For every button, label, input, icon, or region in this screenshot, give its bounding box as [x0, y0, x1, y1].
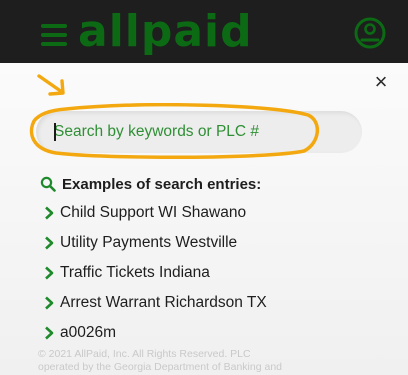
footer-line: operated by the Georgia Department of Ba… — [38, 361, 282, 373]
chevron-right-icon — [45, 326, 54, 340]
example-item-plc-code[interactable]: a0026m — [44, 323, 116, 343]
example-item-utility-payments[interactable]: Utility Payments Westville — [44, 233, 237, 253]
example-item-arrest-warrant[interactable]: Arrest Warrant Richardson TX — [44, 293, 267, 313]
footer-copyright: © 2021 AllPaid, Inc. All Rights Reserved… — [38, 348, 368, 374]
text-cursor — [54, 123, 56, 141]
search-input[interactable] — [54, 111, 354, 153]
example-label: Arrest Warrant Richardson TX — [60, 294, 267, 311]
arrow-annotation-icon — [37, 74, 65, 96]
close-button[interactable]: × — [370, 71, 392, 93]
example-item-child-support[interactable]: Child Support WI Shawano — [44, 203, 246, 223]
example-label: Utility Payments Westville — [60, 234, 238, 251]
top-bar: allpaid — [0, 0, 408, 63]
chevron-right-icon — [45, 266, 54, 280]
example-item-traffic-tickets[interactable]: Traffic Tickets Indiana — [44, 263, 210, 283]
allpaid-logo[interactable]: allpaid — [78, 4, 253, 60]
hamburger-menu-icon[interactable] — [40, 24, 70, 46]
example-label: Traffic Tickets Indiana — [60, 264, 210, 281]
example-label: Child Support WI Shawano — [60, 204, 247, 221]
chevron-right-icon — [45, 296, 54, 310]
chevron-right-icon — [45, 236, 54, 250]
example-label: a0026m — [60, 324, 117, 341]
examples-title: Examples of search entries: — [62, 175, 262, 193]
chevron-right-icon — [45, 206, 54, 220]
search-box[interactable] — [36, 111, 362, 153]
footer-line: © 2021 AllPaid, Inc. All Rights Reserved… — [38, 348, 251, 360]
examples-heading: Examples of search entries: — [40, 174, 261, 194]
account-icon[interactable] — [354, 17, 386, 49]
search-icon — [40, 176, 56, 192]
